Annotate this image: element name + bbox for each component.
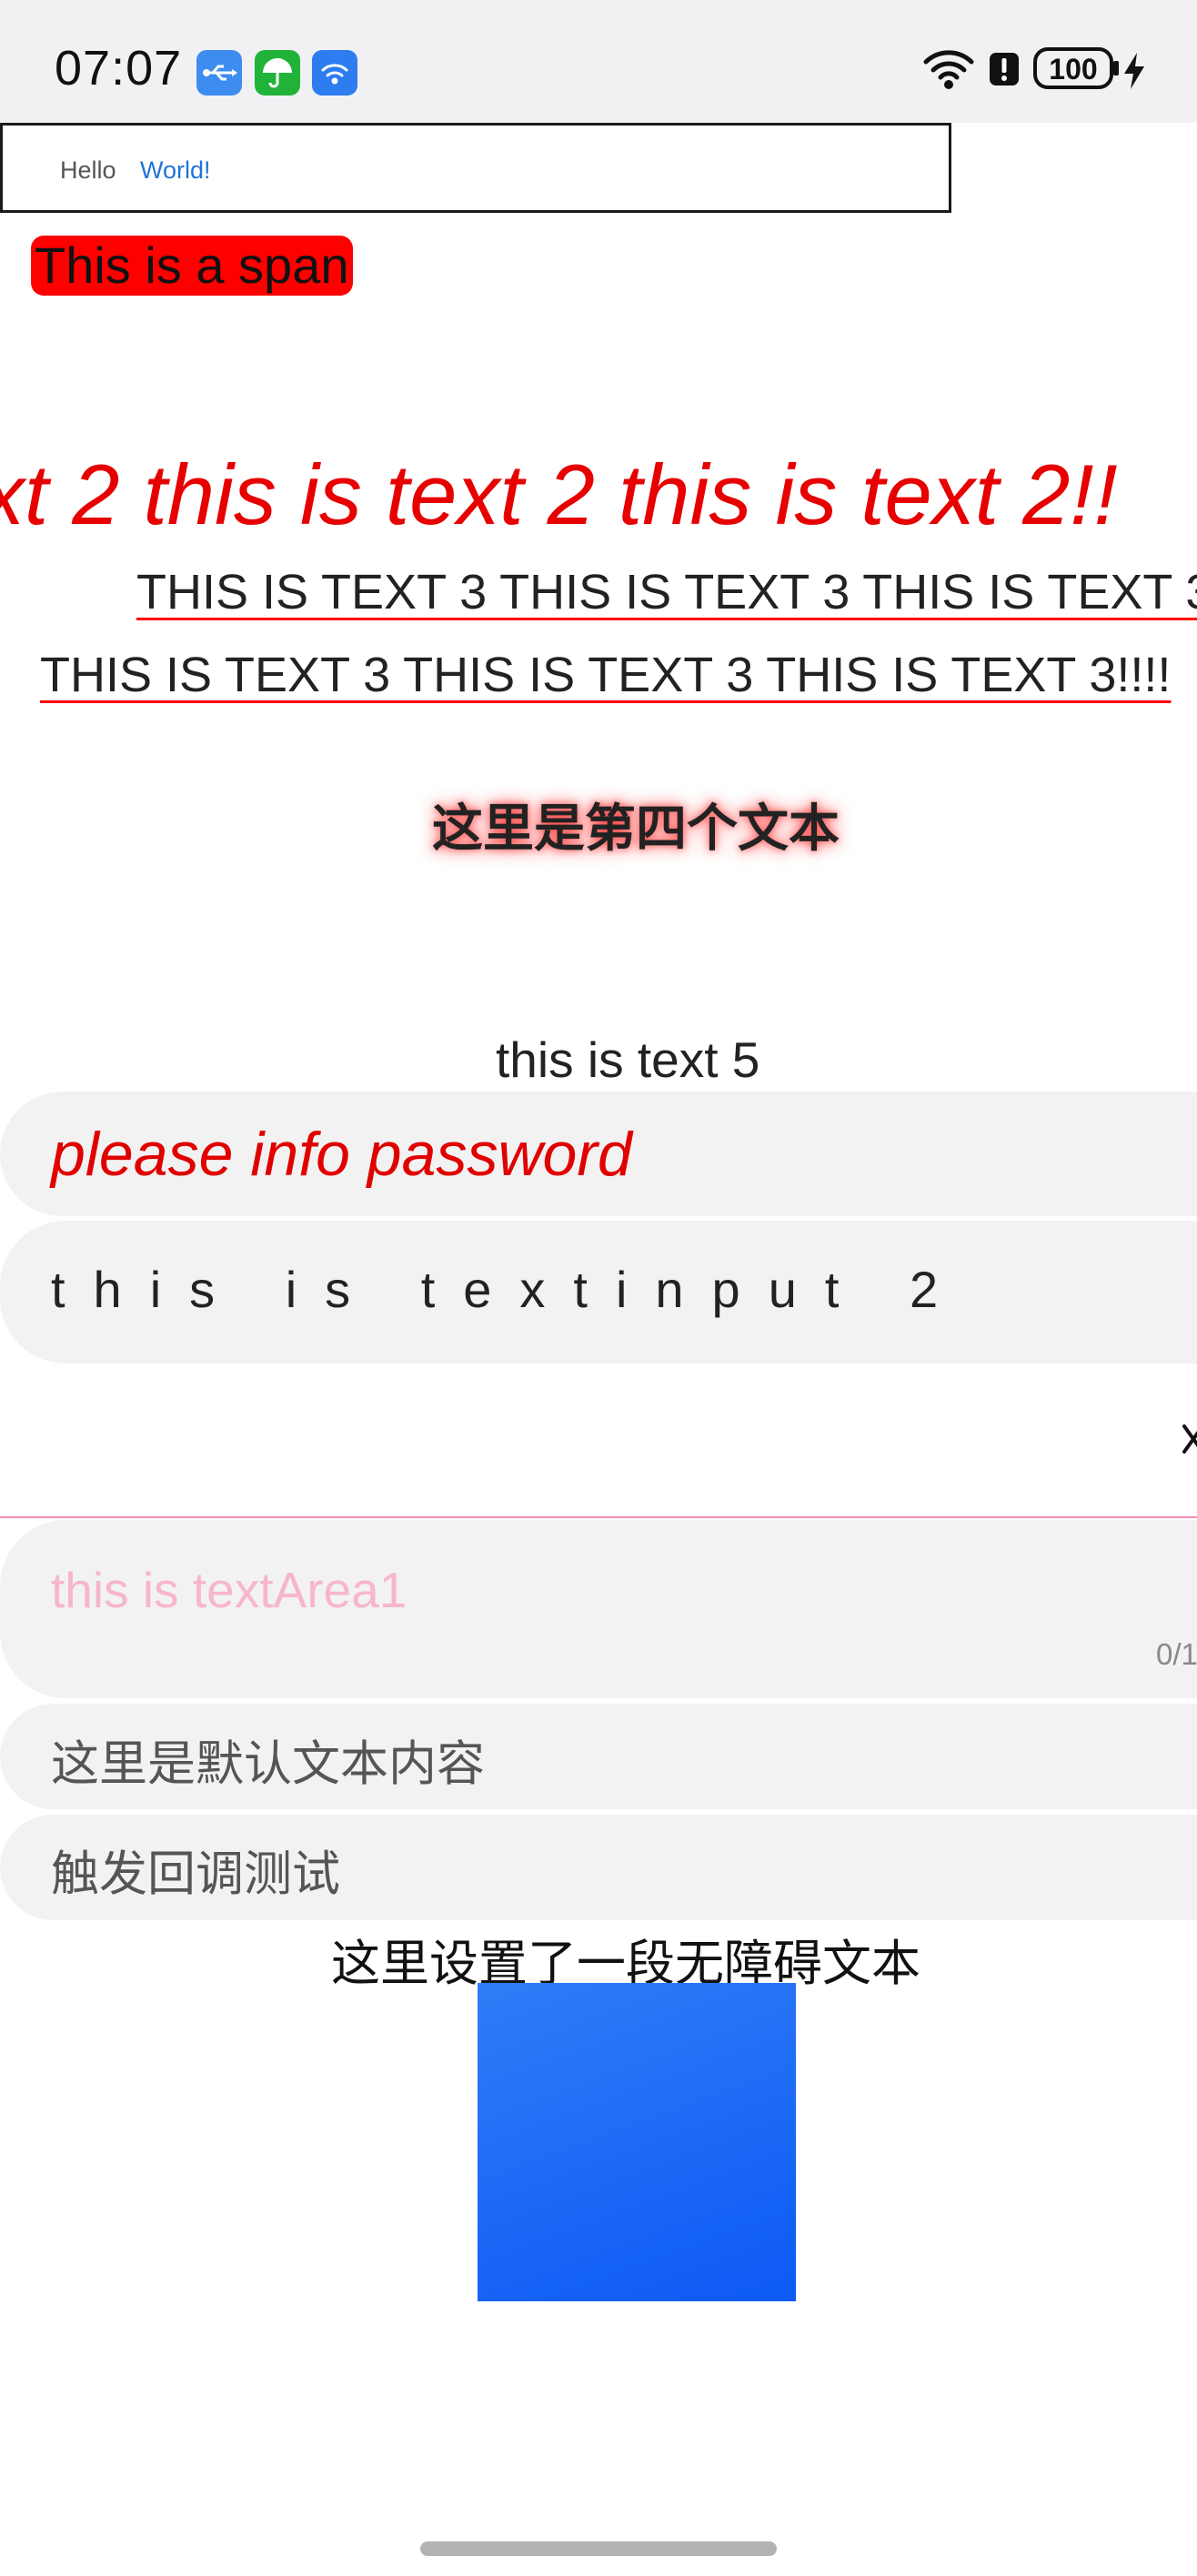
password-input-value: please info password — [51, 1120, 632, 1189]
close-icon[interactable] — [1182, 1421, 1197, 1462]
text-area-1-placeholder: this is textArea1 — [51, 1562, 407, 1618]
umbrella-icon — [255, 50, 300, 96]
text-3-line-2: THIS IS TEXT 3 THIS IS TEXT 3 THIS IS TE… — [40, 648, 1172, 702]
default-text-field-value: 这里是默认文本内容 — [51, 1737, 485, 1791]
divider-line — [0, 1516, 1197, 1518]
usb-icon — [196, 50, 242, 96]
battery-icon: 100 — [1033, 47, 1121, 94]
text-4: 这里是第四个文本 — [432, 800, 840, 857]
wifi-app-icon — [312, 50, 357, 96]
span-text: This is a span — [31, 236, 353, 296]
hello-span: Hello — [60, 156, 116, 184]
charging-icon — [1122, 51, 1146, 96]
world-span: World! — [140, 156, 211, 184]
battery-level: 100 — [1049, 53, 1097, 86]
callback-test-field-value: 触发回调测试 — [51, 1847, 340, 1901]
status-time: 07:07 — [55, 41, 183, 96]
wifi-icon — [922, 48, 975, 95]
blue-square[interactable] — [478, 1983, 796, 2301]
text-2: xt 2 this is text 2 this is text 2!! — [0, 447, 1118, 542]
text-input-2-value: this is textinput 2 — [51, 1261, 967, 1318]
text-3-line-1: THIS IS TEXT 3 THIS IS TEXT 3 THIS IS TE… — [136, 565, 1197, 619]
home-indicator[interactable] — [420, 2541, 777, 2556]
text-area-1-counter: 0/1 — [1156, 1637, 1197, 1671]
alert-icon — [988, 51, 1021, 92]
text-5: this is text 5 — [496, 1031, 760, 1088]
